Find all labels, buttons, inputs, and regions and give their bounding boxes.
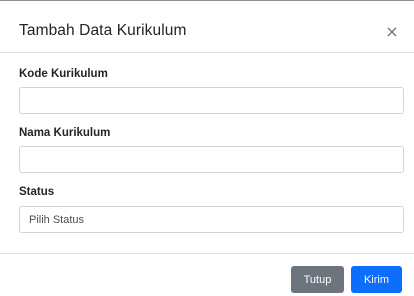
modal-header: Tambah Data Kurikulum × [0,1,414,53]
submit-button[interactable]: Kirim [351,266,402,293]
close-button[interactable]: Tutup [291,266,344,293]
kode-kurikulum-input[interactable] [19,87,404,114]
modal-title: Tambah Data Kurikulum [19,22,187,39]
nama-kurikulum-label: Nama Kurikulum [19,127,111,139]
close-icon[interactable]: × [385,24,399,40]
add-curriculum-modal: Tambah Data Kurikulum × Kode Kurikulum N… [0,0,414,296]
status-label: Status [19,186,55,198]
kode-kurikulum-label: Kode Kurikulum [19,68,108,80]
nama-kurikulum-input[interactable] [19,146,404,173]
status-select[interactable]: Pilih Status [19,206,404,233]
status-select-value: Pilih Status [29,213,85,226]
modal-footer: Tutup Kirim [0,253,414,296]
